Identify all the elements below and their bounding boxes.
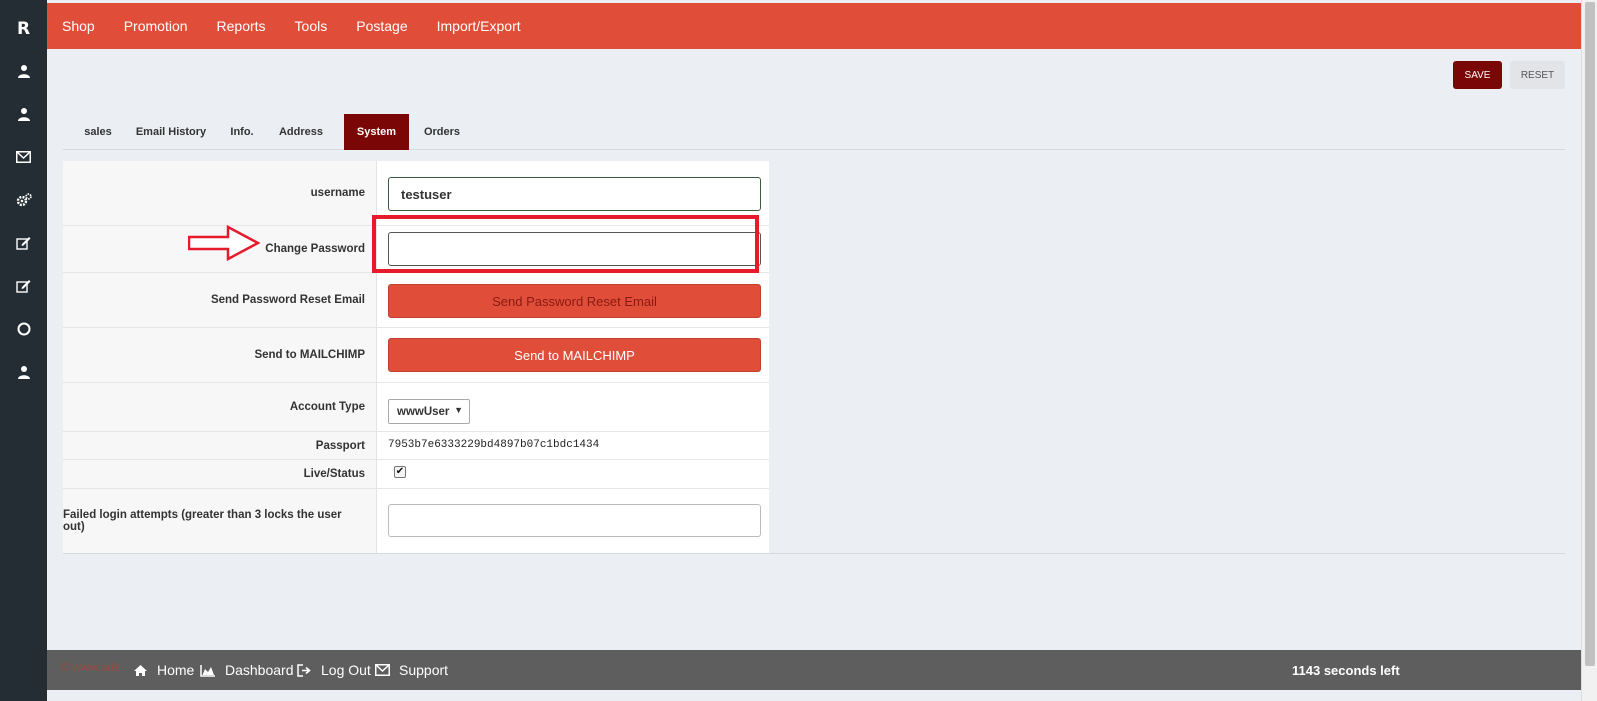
footer-home-label: Home (157, 662, 195, 678)
footer-dashboard-label: Dashboard (225, 662, 294, 678)
live-status-label: Live/Status (63, 460, 377, 488)
sidebar-item-circle[interactable] (0, 309, 47, 349)
passport-value: 7953b7e6333229bd4897b07c1bdc1434 (388, 439, 600, 451)
footer-logout-label: Log Out (321, 662, 371, 678)
account-type-cell: wwwUser ▼ (377, 383, 769, 431)
failed-login-input[interactable] (388, 504, 761, 537)
sidebar-item-edit[interactable] (0, 223, 47, 263)
tab-orders[interactable]: Orders (412, 114, 472, 150)
row-live-status: Live/Status ✔ (63, 460, 769, 489)
live-status-checkbox[interactable]: ✔ (394, 466, 406, 478)
nav-postage[interactable]: Postage (356, 18, 407, 34)
footer-support-label: Support (399, 662, 449, 678)
tab-info[interactable]: Info. (221, 114, 263, 150)
username-input[interactable] (388, 177, 761, 211)
username-label: username (63, 161, 377, 225)
passport-cell: 7953b7e6333229bd4897b07c1bdc1434 (377, 432, 769, 459)
nav-promotion[interactable]: Promotion (124, 18, 188, 34)
reset-button[interactable]: RESET (1510, 61, 1565, 89)
footer-logout-link[interactable]: Log Out (297, 650, 371, 690)
failed-login-cell (377, 489, 769, 553)
tab-system[interactable]: System (344, 114, 409, 150)
sign-out-icon (297, 663, 311, 677)
mailchimp-cell: Send to MAILCHIMP (377, 328, 769, 382)
send-password-reset-button[interactable]: Send Password Reset Email (388, 284, 761, 318)
sidebar-item-user-2[interactable] (0, 94, 47, 134)
copyright-text: © www.ade (60, 660, 121, 674)
footer-support-link[interactable]: Support (375, 650, 448, 690)
nav-shop[interactable]: Shop (62, 18, 95, 34)
tab-email-history[interactable]: Email History (129, 114, 213, 150)
tab-bar: sales Email History Info. Address System… (63, 114, 1565, 150)
content-divider (63, 553, 1565, 554)
sidebar-item-settings[interactable] (0, 180, 47, 220)
circle-icon (17, 322, 30, 336)
session-timer: 1143 seconds left (1292, 662, 1400, 678)
annotation-arrow-icon (188, 225, 260, 261)
user-icon (17, 366, 30, 379)
sidebar-item-mail[interactable] (0, 137, 47, 177)
user-icon (17, 108, 30, 121)
edit-icon (16, 280, 31, 293)
left-sidebar: R (0, 0, 47, 701)
account-type-select[interactable]: wwwUser ▼ (388, 399, 470, 424)
logo[interactable]: R (0, 9, 47, 49)
annotation-highlight-box (372, 215, 759, 273)
caret-down-icon: ▼ (454, 405, 463, 415)
main-menu: Shop Promotion Reports Tools Postage Imp… (62, 3, 550, 49)
save-button[interactable]: SAVE (1453, 61, 1502, 89)
row-passport: Passport 7953b7e6333229bd4897b07c1bdc143… (63, 432, 769, 460)
home-icon (134, 664, 147, 676)
reset-email-cell: Send Password Reset Email (377, 273, 769, 327)
footer-bar: Home Dashboard Log Out Support 1143 seco… (47, 650, 1581, 690)
failed-login-label: Failed login attempts (greater than 3 lo… (63, 489, 377, 553)
row-reset-email: Send Password Reset Email Send Password … (63, 273, 769, 328)
footer-home-link[interactable]: Home (133, 650, 194, 690)
send-to-mailchimp-button[interactable]: Send to MAILCHIMP (388, 338, 761, 372)
nav-reports[interactable]: Reports (217, 18, 266, 34)
user-icon (17, 65, 30, 78)
row-mailchimp: Send to MAILCHIMP Send to MAILCHIMP (63, 328, 769, 383)
footer-dashboard-link[interactable]: Dashboard (200, 650, 294, 690)
mailchimp-label: Send to MAILCHIMP (63, 328, 377, 382)
envelope-icon (16, 151, 31, 163)
account-type-label: Account Type (63, 383, 377, 431)
edit-icon (16, 237, 31, 250)
vertical-scrollbar[interactable] (1581, 0, 1597, 701)
scrollbar-thumb[interactable] (1585, 2, 1595, 666)
sidebar-item-edit-2[interactable] (0, 266, 47, 306)
passport-label: Passport (63, 432, 377, 459)
nav-import-export[interactable]: Import/Export (437, 18, 521, 34)
row-account-type: Account Type wwwUser ▼ (63, 383, 769, 432)
sidebar-item-user-3[interactable] (0, 352, 47, 392)
chart-area-icon (200, 664, 215, 677)
live-status-cell: ✔ (377, 460, 769, 488)
cogs-icon (16, 193, 32, 207)
logo-text: R (16, 19, 31, 39)
envelope-icon (375, 664, 390, 676)
reset-email-label: Send Password Reset Email (63, 273, 377, 327)
account-type-value: wwwUser (397, 405, 450, 418)
tab-address[interactable]: Address (273, 114, 329, 150)
nav-tools[interactable]: Tools (295, 18, 328, 34)
row-failed-login: Failed login attempts (greater than 3 lo… (63, 489, 769, 553)
sidebar-item-user[interactable] (0, 51, 47, 91)
tab-sales[interactable]: sales (73, 114, 123, 150)
top-navbar: Shop Promotion Reports Tools Postage Imp… (47, 3, 1581, 49)
